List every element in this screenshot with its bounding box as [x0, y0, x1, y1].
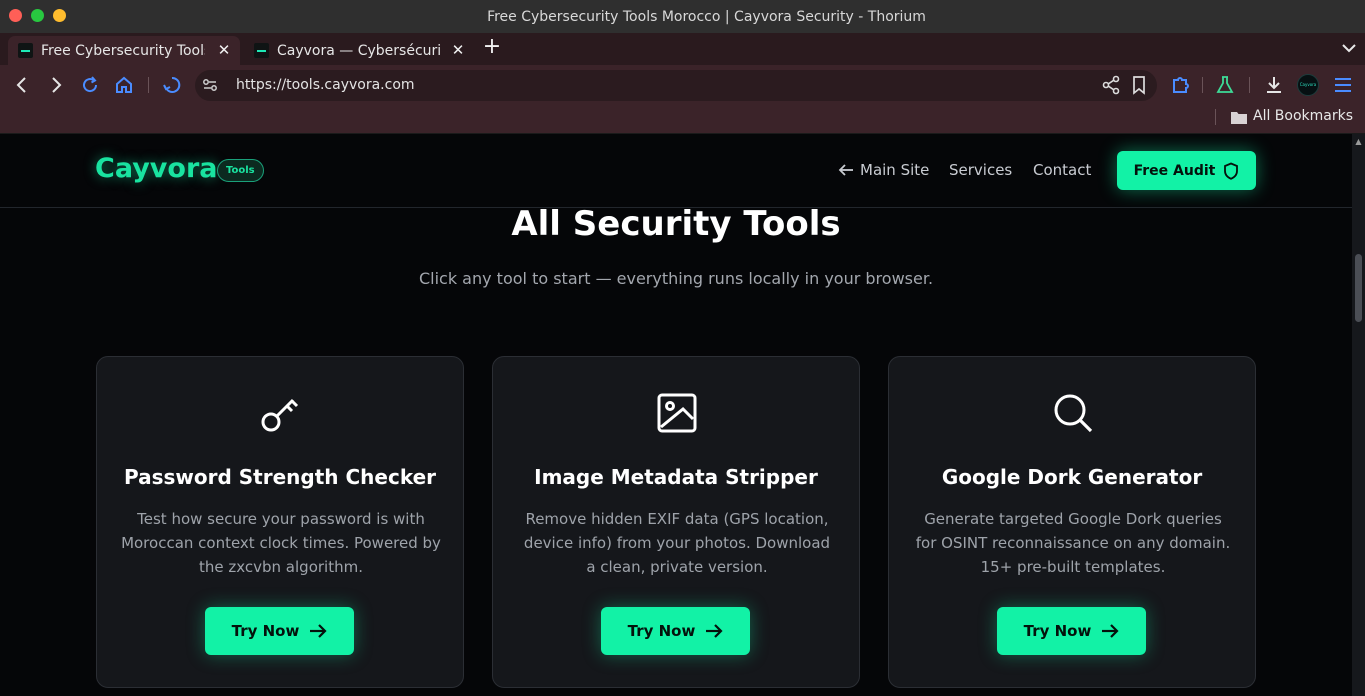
site-settings-icon[interactable] — [200, 75, 220, 95]
site-logo[interactable]: Cayvora — [95, 153, 218, 184]
bookmark-icon[interactable] — [1128, 74, 1150, 96]
tab-close-icon[interactable]: ✕ — [216, 42, 232, 58]
forward-icon[interactable] — [45, 74, 67, 96]
section-subtitle: Click any tool to start — everything run… — [418, 269, 934, 288]
section-title: All Security Tools — [511, 204, 841, 244]
tool-title: Password Strength Checker — [123, 465, 437, 489]
web-page: Cayvora Tools Main Site Services Contact… — [0, 134, 1352, 696]
tool-card-dork: Google Dork Generator Generate targeted … — [888, 356, 1256, 688]
logo-badge: Tools — [217, 159, 264, 182]
tool-card-password: Password Strength Checker Test how secur… — [96, 356, 464, 688]
nav-main-site-label: Main Site — [860, 161, 930, 179]
tab-list-chevron-icon[interactable] — [1339, 40, 1359, 56]
tab-cayvora[interactable]: Cayvora — Cybersécurité ✕ — [244, 36, 474, 65]
share-icon[interactable] — [1100, 74, 1122, 96]
arrow-right-icon — [310, 624, 327, 638]
tab-label: Cayvora — Cybersécurité — [277, 42, 441, 59]
toolbar-separator — [1202, 77, 1203, 93]
image-icon — [657, 393, 697, 433]
labs-flask-icon[interactable] — [1214, 74, 1236, 96]
free-audit-button[interactable]: Free Audit — [1117, 151, 1256, 190]
tool-description: Generate targeted Google Dork queries fo… — [915, 510, 1231, 576]
shield-icon — [1224, 162, 1239, 180]
tool-card-metadata: Image Metadata Stripper Remove hidden EX… — [492, 356, 860, 688]
page-scrollbar[interactable] — [1352, 134, 1365, 696]
url-text[interactable]: https://tools.cayvora.com — [236, 77, 415, 93]
key-icon — [261, 398, 299, 432]
try-now-label: Try Now — [627, 622, 696, 640]
all-bookmarks-button[interactable]: All Bookmarks — [1253, 108, 1353, 124]
bookmarks-bar — [0, 105, 1365, 134]
site-favicon-icon — [18, 43, 33, 58]
menu-hamburger-icon[interactable] — [1332, 74, 1354, 96]
tool-description: Remove hidden EXIF data (GPS location, d… — [523, 510, 831, 576]
profile-avatar[interactable]: Cayvora — [1297, 74, 1319, 96]
tab-label: Free Cybersecurity Tools — [41, 42, 205, 59]
window-title: Free Cybersecurity Tools Morocco | Cayvo… — [487, 9, 926, 25]
bookmarks-separator — [1215, 109, 1216, 125]
arrow-left-icon — [838, 164, 853, 176]
free-audit-label: Free Audit — [1133, 162, 1216, 179]
nav-services[interactable]: Services — [949, 161, 1012, 179]
tab-tools[interactable]: Free Cybersecurity Tools ✕ — [8, 36, 240, 65]
search-icon — [1054, 394, 1093, 433]
tool-title: Google Dork Generator — [941, 465, 1203, 489]
site-favicon-icon — [254, 43, 269, 58]
try-now-label: Try Now — [231, 622, 300, 640]
tab-close-icon[interactable]: ✕ — [450, 42, 466, 58]
scroll-up-arrow-icon[interactable]: ▲ — [1353, 137, 1364, 147]
home-icon[interactable] — [113, 74, 135, 96]
arrow-right-icon — [1102, 624, 1119, 638]
folder-icon — [1231, 112, 1247, 124]
toolbar-separator — [1249, 77, 1250, 93]
reload-icon[interactable] — [79, 74, 101, 96]
try-now-button[interactable]: Try Now — [601, 607, 750, 655]
try-now-button[interactable]: Try Now — [997, 607, 1146, 655]
arrow-right-icon — [706, 624, 723, 638]
back-icon[interactable] — [11, 74, 33, 96]
try-now-label: Try Now — [1023, 622, 1092, 640]
extensions-puzzle-icon[interactable] — [1169, 74, 1191, 96]
extension-loop-icon[interactable] — [161, 74, 183, 96]
scrollbar-thumb[interactable] — [1355, 254, 1362, 322]
new-tab-button[interactable]: + — [482, 36, 502, 58]
tool-description: Test how secure your password is with Mo… — [121, 510, 441, 576]
window-titlebar: Free Cybersecurity Tools Morocco | Cayvo… — [0, 0, 1365, 33]
nav-main-site[interactable]: Main Site — [838, 161, 929, 179]
site-header: Cayvora Tools Main Site Services Contact… — [0, 134, 1352, 208]
nav-contact[interactable]: Contact — [1033, 161, 1091, 179]
tool-title: Image Metadata Stripper — [534, 465, 818, 489]
try-now-button[interactable]: Try Now — [205, 607, 354, 655]
download-icon[interactable] — [1263, 74, 1285, 96]
tab-strip: Free Cybersecurity Tools ✕ Cayvora — Cyb… — [0, 33, 1365, 65]
toolbar-separator — [148, 77, 149, 93]
